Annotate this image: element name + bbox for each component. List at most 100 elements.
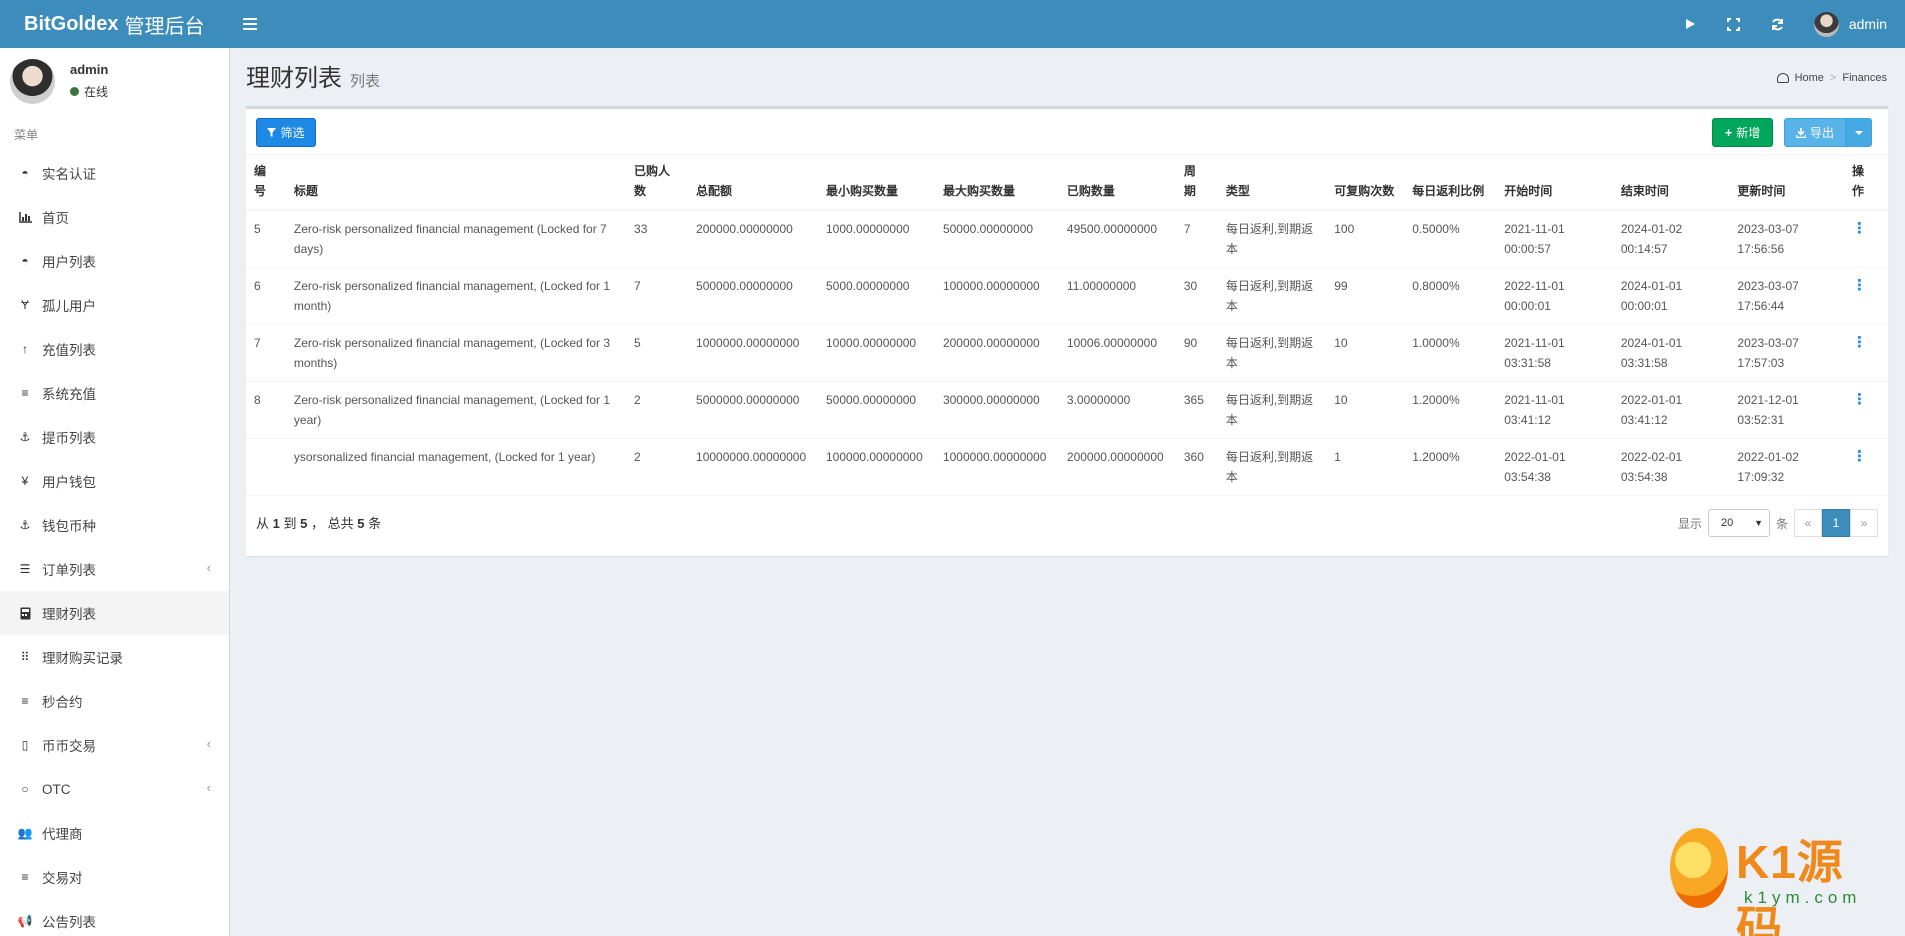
export-button[interactable]: 导出 (1784, 118, 1846, 147)
table-cell: 2024-01-02 00:14:57 (1612, 210, 1730, 268)
table-cell: 1.2000% (1404, 438, 1497, 496)
table-cell: 1000000.00000000 (934, 438, 1059, 496)
col-header[interactable]: 更新时间 (1729, 154, 1845, 211)
sidebar-item-announcements[interactable]: 📢 公告列表 (0, 899, 229, 936)
add-button[interactable]: + 新增 (1712, 118, 1773, 147)
sidebar-item-label: 代理商 (42, 827, 83, 842)
sidebar-item-withdrawals[interactable]: ⚓ 提币列表 (0, 415, 229, 459)
table-cell: 100000.00000000 (818, 438, 935, 496)
fullscreen-icon[interactable] (1726, 16, 1742, 32)
col-header[interactable]: 开始时间 (1496, 154, 1613, 211)
sidebar-item-kyc[interactable]: ◓ 实名认证 (0, 151, 229, 195)
col-header[interactable]: 类型 (1217, 154, 1327, 211)
col-header[interactable]: 标题 (285, 154, 627, 211)
table-cell: 5000000.00000000 (688, 381, 818, 439)
col-header[interactable]: 已购数量 (1058, 154, 1176, 211)
breadcrumb-home[interactable]: Home (1795, 72, 1824, 84)
bar-chart-icon (18, 210, 32, 224)
sidebar-item-otc[interactable]: ○ OTC ‹ (0, 767, 229, 811)
table-cell: 2022-11-01 00:00:01 (1496, 267, 1613, 325)
sidebar-item-label: 理财购买记录 (42, 651, 123, 666)
next-page-button[interactable]: » (1850, 509, 1878, 537)
pagination: 显示 20 ▼ 条 « 1 » (1678, 509, 1878, 537)
sidebar-item-agents[interactable]: 👥 代理商 (0, 811, 229, 855)
download-icon (1795, 127, 1806, 138)
page-size-label: 显示 (1677, 516, 1702, 531)
menu-header: 菜单 (14, 128, 39, 142)
row-actions: ⋮ (1844, 324, 1888, 382)
user-panel: admin 在线 (10, 58, 220, 108)
table-cell: 2021-11-01 03:41:12 (1496, 381, 1613, 439)
table-cell: 2024-01-01 00:00:01 (1612, 267, 1730, 325)
table-cell: 99 (1326, 267, 1405, 325)
col-header[interactable]: 最小购买数量 (818, 154, 935, 211)
sidebar-toggle-icon[interactable] (243, 12, 259, 36)
sidebar-item-deposits[interactable]: ↑ 充值列表 (0, 327, 229, 371)
ellipsis-vertical-icon[interactable]: ⋮ (1852, 449, 1867, 464)
page-header: 理财列表 列表 (246, 58, 380, 93)
avatar (1813, 11, 1839, 37)
page-size-select[interactable]: 20 ▼ (1707, 509, 1770, 537)
refresh-icon[interactable] (1770, 16, 1786, 32)
row-actions: ⋮ (1844, 267, 1888, 325)
page-subtitle: 列表 (350, 73, 381, 90)
sidebar-item-user-wallet[interactable]: ¥ 用户钱包 (0, 459, 229, 503)
col-header[interactable]: 结束时间 (1612, 154, 1730, 211)
ellipsis-vertical-icon[interactable]: ⋮ (1852, 221, 1867, 236)
sidebar-item-label: 钱包币种 (42, 519, 96, 534)
brand-name: BitGoldex (24, 12, 119, 35)
chevron-left-icon: ‹ (206, 560, 211, 575)
export-dropdown-button[interactable] (1846, 118, 1872, 147)
sidebar-item-label: 秒合约 (42, 695, 83, 710)
table-cell: 0.8000% (1404, 267, 1497, 325)
status-dot-icon (70, 87, 79, 96)
table-cell: Zero-risk personalized financial managem… (285, 381, 627, 439)
col-header[interactable]: 编号 (246, 154, 286, 211)
sidebar-item-finances[interactable]: 理财列表 (0, 591, 229, 635)
sidebar-item-orders[interactable]: ☰ 订单列表 ‹ (0, 547, 229, 591)
brand-logo[interactable]: BitGoldex 管理后台 (0, 0, 230, 48)
circle-icon: ○ (21, 782, 29, 796)
play-icon[interactable] (1682, 16, 1698, 32)
table-cell: 5000.00000000 (818, 267, 935, 325)
col-header[interactable]: 每日返利比例 (1404, 154, 1497, 211)
table-cell: ysorsonalized financial management, (Loc… (285, 438, 627, 496)
col-header[interactable]: 周期 (1175, 154, 1218, 211)
chevron-left-icon: ‹ (206, 780, 211, 795)
sidebar-item-pairs[interactable]: ≡ 交易对 (0, 855, 229, 899)
watermark-sub: k1ym.com (1744, 888, 1862, 907)
user-menu[interactable]: admin (1813, 11, 1887, 37)
shield-icon: ◓ (21, 254, 29, 268)
sidebar-item-wallet-coins[interactable]: ⚓ 钱包币种 (0, 503, 229, 547)
sidebar-item-system-deposit[interactable]: ≡ 系统充值 (0, 371, 229, 415)
sidebar-item-label: 用户列表 (42, 255, 96, 270)
sidebar-item-second-contract[interactable]: ≡ 秒合约 (0, 679, 229, 723)
col-header[interactable]: 可复购次数 (1326, 154, 1405, 211)
filter-button[interactable]: 筛选 (256, 118, 316, 147)
table-cell: 0.5000% (1404, 210, 1497, 268)
prev-page-button[interactable]: « (1794, 509, 1822, 537)
col-header[interactable]: 最大购买数量 (934, 154, 1059, 211)
ellipsis-vertical-icon[interactable]: ⋮ (1852, 335, 1867, 350)
col-header[interactable]: 已购人数 (626, 154, 689, 211)
users-icon: 👥 (17, 826, 33, 840)
sidebar-menu: ◓ 实名认证 首页 ◓ 用户列表 Ɏ 孤儿用户 ↑ 充值列表 ≡ 系统充值 ⚓ 提币列表 ¥… (0, 151, 229, 936)
table-cell: 2021-11-01 00:00:57 (1496, 210, 1613, 268)
table-row: ysorsonalized financial management, (Loc… (246, 438, 1888, 496)
table-cell: 360 (1175, 438, 1218, 496)
col-header[interactable]: 总配额 (688, 154, 818, 211)
sidebar-item-orphan-users[interactable]: Ɏ 孤儿用户 (0, 283, 229, 327)
table-cell: 1000.00000000 (818, 210, 935, 268)
page-button-1[interactable]: 1 (1822, 509, 1850, 537)
ellipsis-vertical-icon[interactable]: ⋮ (1852, 278, 1867, 293)
table-row: 6 Zero-risk personalized financial manage… (246, 267, 1888, 325)
sidebar-item-coin-trading[interactable]: ▯ 币币交易 ‹ (0, 723, 229, 767)
sidebar-item-home[interactable]: 首页 (0, 195, 229, 239)
table-cell: 7 (1175, 210, 1218, 268)
shield-icon: ◓ (21, 166, 29, 180)
sidebar-item-users[interactable]: ◓ 用户列表 (0, 239, 229, 283)
sidebar-item-finance-purchases[interactable]: ⠿ 理财购买记录 (0, 635, 229, 679)
add-button-label: 新增 (1736, 126, 1761, 140)
table-row: 8 Zero-risk personalized financial manage… (246, 381, 1888, 439)
ellipsis-vertical-icon[interactable]: ⋮ (1852, 392, 1867, 407)
